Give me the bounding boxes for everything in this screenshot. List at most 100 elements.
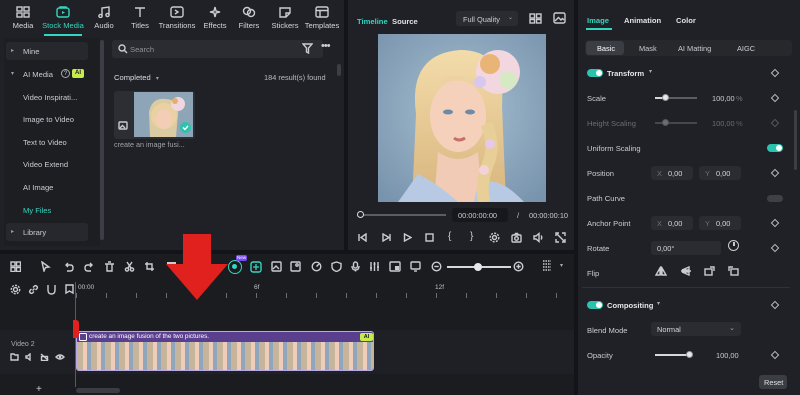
uniform-scaling-toggle[interactable] [767,144,783,152]
redo-icon[interactable] [84,261,95,272]
magnet-snap-icon[interactable] [46,284,57,295]
toolbar-media[interactable]: Media [6,0,40,36]
mark-out-icon[interactable]: } [470,231,473,242]
video-clip[interactable]: create an image fusion of the two pictur… [76,331,374,371]
mark-in-icon[interactable]: { [448,231,451,242]
sidebar-item-image-to-video[interactable]: Image to Video [23,110,74,128]
camera-snapshot-icon[interactable] [511,232,522,243]
subtab-ai-matting[interactable]: AI Matting [678,44,711,53]
caret-down-icon[interactable]: ▾ [560,262,563,269]
toolbar-audio[interactable]: Audio [88,0,120,36]
sidebar-item-text-to-video[interactable]: Text to Video [23,133,67,151]
select-tool-icon[interactable] [40,261,51,272]
stop-icon[interactable] [425,233,434,242]
track-settings-icon[interactable] [10,284,21,295]
toolbar-titles[interactable]: Titles [124,0,156,36]
playhead-handle[interactable] [73,320,79,338]
microphone-icon[interactable] [350,261,361,272]
delete-icon[interactable] [104,261,115,272]
quality-select[interactable]: Full Quality ⌄ [456,11,518,26]
rotate-left-icon[interactable] [704,266,716,276]
tab-image[interactable]: Image [587,16,609,25]
fullscreen-icon[interactable] [555,232,566,243]
sidebar-scrollbar[interactable] [100,40,104,240]
lock-icon[interactable] [40,353,49,361]
tab-timeline[interactable]: Timeline [357,17,388,26]
sidebar-item-ai-image[interactable]: AI Image [23,178,53,196]
more-options-icon[interactable]: ••• [321,40,331,52]
grid-view-icon[interactable] [529,13,542,24]
ai-enhance-icon[interactable] [250,261,262,273]
render-settings-icon[interactable] [489,232,500,243]
tab-source[interactable]: Source [392,17,418,26]
visibility-eye-icon[interactable] [55,353,65,361]
toolbar-filters[interactable]: Filters [232,0,266,36]
media-thumbnail[interactable] [114,91,195,139]
speed-icon[interactable] [311,261,322,272]
layout-grid-icon[interactable] [10,261,21,272]
subtab-aigc[interactable]: AIGC [737,44,755,53]
transform-toggle[interactable] [587,69,603,77]
timeline-ruler[interactable]: 00:00 6f 12f [76,281,574,299]
split-scissors-icon[interactable] [124,261,135,272]
audio-mixer-icon[interactable] [369,261,380,272]
current-time-box[interactable]: 00:00:00:00 [452,208,508,222]
toolbar-templates[interactable]: Templates [302,0,342,36]
anchor-y-field[interactable]: Y 0,00 [699,216,741,230]
screen-record-icon[interactable] [410,261,421,272]
link-icon[interactable] [28,284,39,295]
toolbar-transitions[interactable]: Transitions [156,0,198,36]
sidebar-item-my-files[interactable]: My Files [23,201,51,219]
caret-down-icon[interactable]: ▾ [649,68,652,75]
undo-icon[interactable] [63,261,74,272]
scrubber-knob[interactable] [357,211,364,218]
filter-dropdown[interactable]: Completed ▾ [114,73,159,82]
pip-icon[interactable] [389,261,401,272]
ai-tool-icon[interactable] [228,260,242,274]
scale-value[interactable]: 100,00 [712,94,735,103]
tab-color[interactable]: Color [676,16,696,25]
shield-icon[interactable] [331,261,342,272]
search-input[interactable]: Search [112,40,323,58]
blend-mode-select[interactable]: Normal ⌄ [651,322,741,336]
sidebar-item-video-inspiration[interactable]: Video Inspirati... [23,88,77,106]
caret-down-icon[interactable]: ▾ [657,300,660,307]
anchor-x-field[interactable]: X 0,00 [651,216,693,230]
rotate-right-icon[interactable] [727,266,739,276]
playback-scrubber[interactable] [358,214,446,216]
filter-icon[interactable] [302,43,313,54]
media-scrollbar[interactable] [337,64,341,76]
toolbar-stickers[interactable]: Stickers [268,0,302,36]
path-curve-toggle[interactable] [767,195,783,202]
snapshot-image-icon[interactable] [553,12,566,24]
image-tool-icon[interactable] [271,261,282,272]
scale-slider-knob[interactable] [662,94,669,101]
step-back-icon[interactable] [381,233,391,242]
sidebar-item-ai-media[interactable]: ▾ AI Media ? AI [6,64,88,84]
rotate-field[interactable]: 0,00° [651,241,721,255]
tab-animation[interactable]: Animation [624,16,661,25]
marker-icon[interactable] [64,284,75,295]
flip-horizontal-icon[interactable] [655,266,667,276]
toolbar-effects[interactable]: Effects [198,0,232,36]
position-x-field[interactable]: X 0,00 [651,166,693,180]
play-icon[interactable] [403,233,412,242]
toolbar-stock-media[interactable]: Stock Media [40,0,86,36]
zoom-out-icon[interactable] [431,261,442,272]
sidebar-item-mine[interactable]: ▸ Mine [6,42,88,60]
subtab-basic[interactable]: Basic [586,41,624,55]
zoom-in-icon[interactable] [513,261,524,272]
opacity-slider-knob[interactable] [686,351,693,358]
photo-edit-icon[interactable] [290,261,301,272]
help-icon[interactable]: ? [61,69,70,78]
crop-icon[interactable] [144,261,155,272]
flip-vertical-icon[interactable] [680,266,692,276]
sidebar-item-video-extend[interactable]: Video Extend [23,155,68,173]
position-y-field[interactable]: Y 0,00 [699,166,741,180]
folder-icon[interactable] [10,353,19,361]
inspector-scrollbar[interactable] [794,110,797,170]
rotate-dial-icon[interactable] [728,240,739,251]
timeline-hscrollbar[interactable] [76,388,120,393]
add-track-icon[interactable]: + [36,384,42,395]
grid-layout-icon[interactable] [542,260,552,272]
